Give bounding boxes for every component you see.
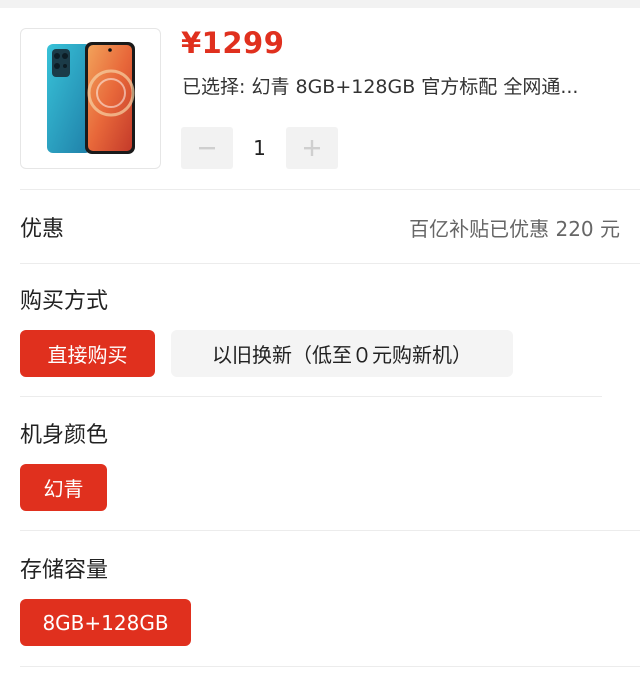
option-direct-buy[interactable]: 直接购买 [20, 330, 155, 377]
product-price: ¥1299 [181, 26, 285, 60]
promo-value[interactable]: 百亿补贴已优惠 220 元 [409, 213, 620, 242]
storage-label: 存储容量 [20, 558, 109, 583]
quantity-value[interactable]: 1 [233, 136, 286, 160]
divider [20, 666, 640, 667]
quantity-stepper: 1 [181, 127, 338, 169]
plus-icon [304, 140, 320, 156]
option-trade-in[interactable]: 以旧换新（低至０元购新机） [171, 330, 513, 377]
purchase-method-label: 购买方式 [20, 289, 109, 314]
option-storage[interactable]: 8GB+128GB [20, 599, 191, 646]
increase-button[interactable] [286, 127, 338, 169]
decrease-button[interactable] [181, 127, 233, 169]
phone-image [47, 42, 135, 154]
selected-variant-text[interactable]: 已选择: 幻青 8GB+128GB 官方标配 全网通... [182, 72, 578, 99]
divider [20, 189, 640, 190]
promo-label: 优惠 [20, 217, 65, 242]
top-strip [0, 0, 640, 8]
option-color[interactable]: 幻青 [20, 464, 107, 511]
product-summary: ¥1299 已选择: 幻青 8GB+128GB 官方标配 全网通... 1 [0, 8, 640, 190]
divider [20, 396, 602, 397]
minus-icon [199, 147, 215, 150]
body-color-label: 机身颜色 [20, 423, 109, 448]
divider [20, 530, 640, 531]
product-thumbnail[interactable] [20, 28, 161, 169]
divider [20, 263, 640, 264]
